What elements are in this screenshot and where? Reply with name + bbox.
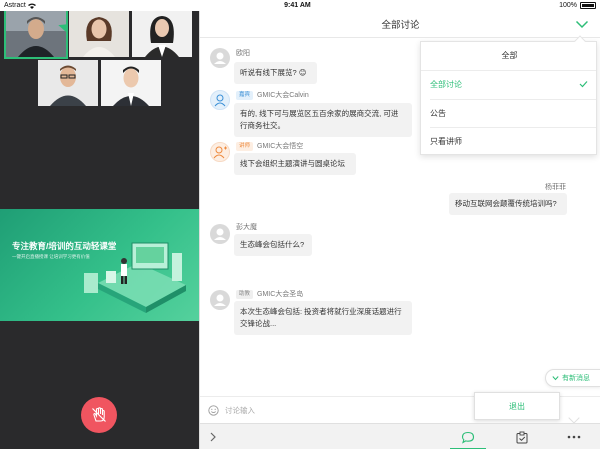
- chevron-down-icon: [552, 375, 559, 381]
- chat-header-title[interactable]: 全部讨论: [381, 17, 419, 31]
- tab-more[interactable]: [554, 424, 594, 449]
- new-messages-button[interactable]: 有新消息: [545, 369, 600, 387]
- message-bubble: 线下会组织主题演讲与圆桌论坛: [234, 153, 356, 175]
- avatar[interactable]: [210, 48, 230, 68]
- left-pane: 专注教育/培训的互动轻课堂 一键开启直播授课 让培训学习更有价值: [0, 11, 199, 449]
- lecturer-icon: [211, 143, 229, 161]
- sender-name: GMIC大会悟空: [257, 141, 303, 151]
- sender-name: GMIC大会Calvin: [257, 90, 309, 100]
- participant-image: [132, 11, 192, 57]
- chevron-down-icon[interactable]: [575, 18, 589, 30]
- clipboard-check-icon: [515, 431, 529, 444]
- video-tile-participant[interactable]: [132, 11, 192, 57]
- bottom-toolbar: [200, 423, 600, 449]
- video-grid: [6, 11, 193, 117]
- message-text-line: 交锋论战...: [240, 318, 406, 330]
- sender-name: 欧阳: [236, 48, 250, 58]
- status-right: 100%: [559, 2, 596, 9]
- hand-off-icon: [90, 406, 108, 424]
- sender-name: GMIC大会圣岛: [257, 289, 303, 299]
- new-messages-label: 有新消息: [562, 373, 590, 383]
- video-tile-speaker[interactable]: [6, 11, 66, 57]
- filter-option-lecturer-only[interactable]: 只看讲师: [421, 128, 598, 155]
- filter-option-label: 公告: [430, 108, 446, 119]
- status-left: Astract: [4, 2, 36, 9]
- wifi-icon: [28, 3, 36, 9]
- course-banner[interactable]: 专注教育/培训的互动轻课堂 一键开启直播授课 让培训学习更有价值: [0, 209, 199, 321]
- chat-bubble-icon: [461, 431, 475, 444]
- avatar[interactable]: [210, 290, 230, 310]
- user-icon: [210, 290, 230, 310]
- more-dots-icon: [567, 435, 581, 439]
- exit-button[interactable]: 退出: [509, 401, 525, 412]
- filter-option-announcements[interactable]: 公告: [421, 100, 598, 127]
- filter-option-label: 只看讲师: [430, 136, 462, 147]
- video-tile-participant[interactable]: [38, 60, 98, 106]
- classroom-illustration: [76, 223, 196, 315]
- message-sender: 彭大魔: [236, 222, 257, 232]
- carrier-label: Astract: [4, 2, 26, 9]
- filter-menu-header[interactable]: 全部: [421, 42, 598, 69]
- filter-option-label: 全部讨论: [430, 79, 462, 90]
- role-tag: 嘉宾: [236, 91, 253, 100]
- role-tag: 讲师: [236, 142, 253, 151]
- sender-name: 彭大魔: [236, 222, 257, 232]
- tab-tasks[interactable]: [502, 424, 542, 449]
- user-icon: [210, 224, 230, 244]
- video-tile-participant[interactable]: [101, 60, 161, 106]
- more-menu-popup: 退出: [474, 392, 560, 420]
- emoji-icon[interactable]: [208, 405, 219, 416]
- chat-pane: 全部讨论 欧阳 听说有线下展览? 😊 嘉宾 GMIC大会Calvin 有的, 线…: [199, 11, 600, 449]
- message-sender: 讲师 GMIC大会悟空: [236, 141, 303, 151]
- participant-image: [69, 11, 129, 57]
- message-bubble: 移动互联网会颠覆传统培训吗?: [449, 193, 567, 215]
- message-sender: 杨菲菲: [545, 182, 566, 192]
- message-text-line: 行商务社交。: [240, 120, 406, 132]
- avatar[interactable]: [210, 224, 230, 244]
- message-text: 移动互联网会颠覆传统培训吗?: [455, 199, 557, 208]
- message-text-line: 本次生态峰会包括: 投资者将就行业深度话题进行: [240, 306, 406, 318]
- message-text: 生态峰会包括什么?: [240, 240, 304, 249]
- battery-icon: [580, 2, 596, 9]
- message-bubble: 听说有线下展览? 😊: [234, 62, 317, 84]
- avatar[interactable]: [210, 142, 230, 162]
- video-tile-participant[interactable]: [69, 11, 129, 57]
- participant-image: [101, 60, 161, 106]
- clock-label: 9:41 AM: [284, 2, 311, 9]
- raise-hand-button[interactable]: [81, 397, 117, 433]
- message-text-line: 有的, 线下可与展览区五百余家的展商交流, 可进: [240, 108, 406, 120]
- guest-icon: [211, 91, 229, 109]
- sender-name: 杨菲菲: [545, 182, 566, 192]
- avatar[interactable]: [210, 90, 230, 110]
- filter-option-all-discussion[interactable]: 全部讨论: [421, 71, 598, 98]
- message-bubble: 生态峰会包括什么?: [234, 234, 312, 256]
- message-bubble: 本次生态峰会包括: 投资者将就行业深度话题进行 交锋论战...: [234, 301, 412, 335]
- participant-image: [38, 60, 98, 106]
- chat-header: 全部讨论: [200, 11, 600, 38]
- battery-label: 100%: [559, 2, 577, 9]
- message-text: 听说有线下展览? 😊: [240, 68, 307, 77]
- user-icon: [210, 48, 230, 68]
- message-sender: 欧阳: [236, 48, 250, 58]
- role-tag: 助教: [236, 290, 253, 299]
- filter-dropdown: 全部 全部讨论 公告 只看讲师: [420, 41, 597, 155]
- tab-chat[interactable]: [448, 424, 488, 449]
- message-sender: 嘉宾 GMIC大会Calvin: [236, 90, 309, 100]
- star-icon: [55, 11, 66, 55]
- message-sender: 助教 GMIC大会圣岛: [236, 289, 303, 299]
- message-bubble: 有的, 线下可与展览区五百余家的展商交流, 可进 行商务社交。: [234, 103, 412, 137]
- status-bar: Astract 9:41 AM 100%: [0, 0, 600, 11]
- message-text: 线下会组织主题演讲与圆桌论坛: [240, 159, 345, 168]
- checkmark-icon: [579, 80, 588, 88]
- chevron-right-icon[interactable]: [206, 430, 220, 444]
- discussion-input[interactable]: [225, 406, 425, 415]
